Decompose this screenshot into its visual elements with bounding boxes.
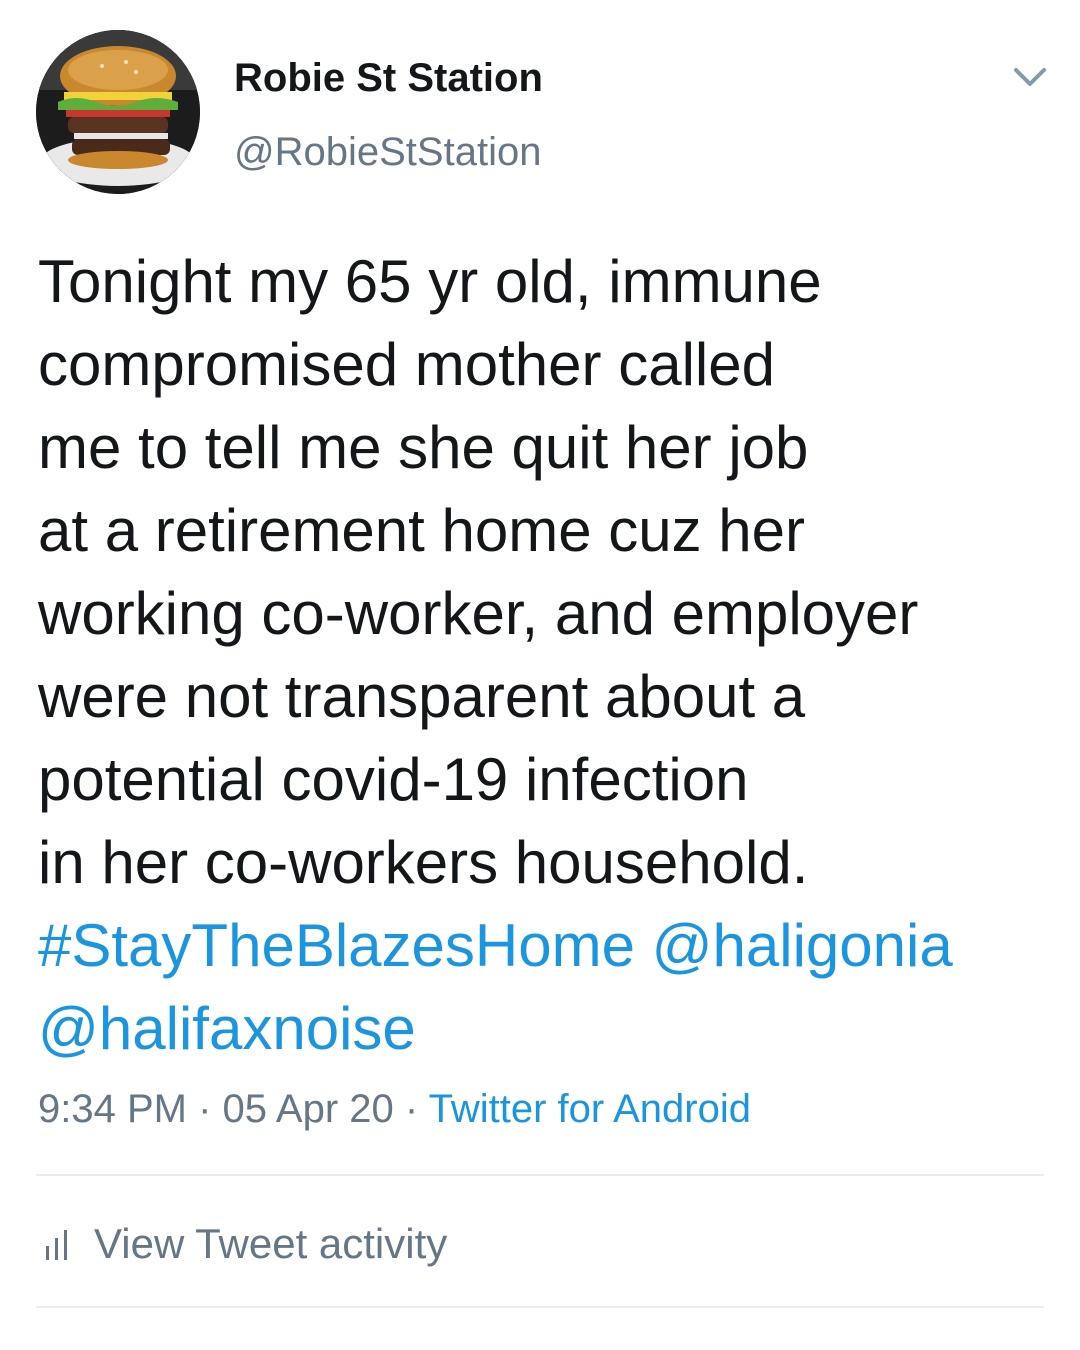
tweet-text-line: potential covid-19 infection xyxy=(38,746,749,813)
meta-separator: · xyxy=(393,1087,429,1131)
view-tweet-activity-button[interactable]: View Tweet activity xyxy=(44,1216,447,1272)
view-tweet-activity-label: View Tweet activity xyxy=(94,1220,448,1267)
mention-link-halifaxnoise[interactable]: @halifaxnoise xyxy=(38,995,416,1062)
divider xyxy=(36,1306,1044,1308)
tweet-time: 9:34 PM xyxy=(38,1087,187,1131)
tweet-source-link[interactable]: Twitter for Android xyxy=(429,1087,751,1131)
bar-chart-icon xyxy=(46,1230,67,1260)
tweet-meta: 9:34 PM · 05 Apr 20 · Twitter for Androi… xyxy=(38,1084,751,1134)
avatar[interactable] xyxy=(36,30,200,194)
tweet-links-line: #StayTheBlazesHome @haligonia xyxy=(38,904,1048,987)
tweet-text-line: in her co-workers household. xyxy=(38,829,809,896)
tweet-text-line: working co-worker, and employer xyxy=(38,580,919,647)
tweet-text-line: at a retirement home cuz her xyxy=(38,497,806,564)
mention-link-haligonia[interactable]: @haligonia xyxy=(652,912,953,979)
meta-separator: · xyxy=(186,1087,223,1131)
tweet-links-line: @halifaxnoise xyxy=(38,987,1048,1070)
tweet-text-line: Tonight my 65 yr old, immune xyxy=(38,248,822,315)
author-handle[interactable]: @RobieStStation xyxy=(234,130,541,174)
tweet-text: Tonight my 65 yr old, immune compromised… xyxy=(38,240,1048,1070)
hashtag-link[interactable]: #StayTheBlazesHome xyxy=(38,912,635,979)
tweet-text-line: were not transparent about a xyxy=(38,663,806,730)
divider xyxy=(36,1174,1044,1176)
burger-photo-avatar xyxy=(36,30,200,194)
chevron-down-icon[interactable] xyxy=(1008,60,1052,96)
tweet-date: 05 Apr 20 xyxy=(222,1087,394,1131)
tweet-text-line: me to tell me she quit her job xyxy=(38,414,809,481)
author-name[interactable]: Robie St Station xyxy=(234,56,543,100)
tweet-text-line: compromised mother called xyxy=(38,331,775,398)
